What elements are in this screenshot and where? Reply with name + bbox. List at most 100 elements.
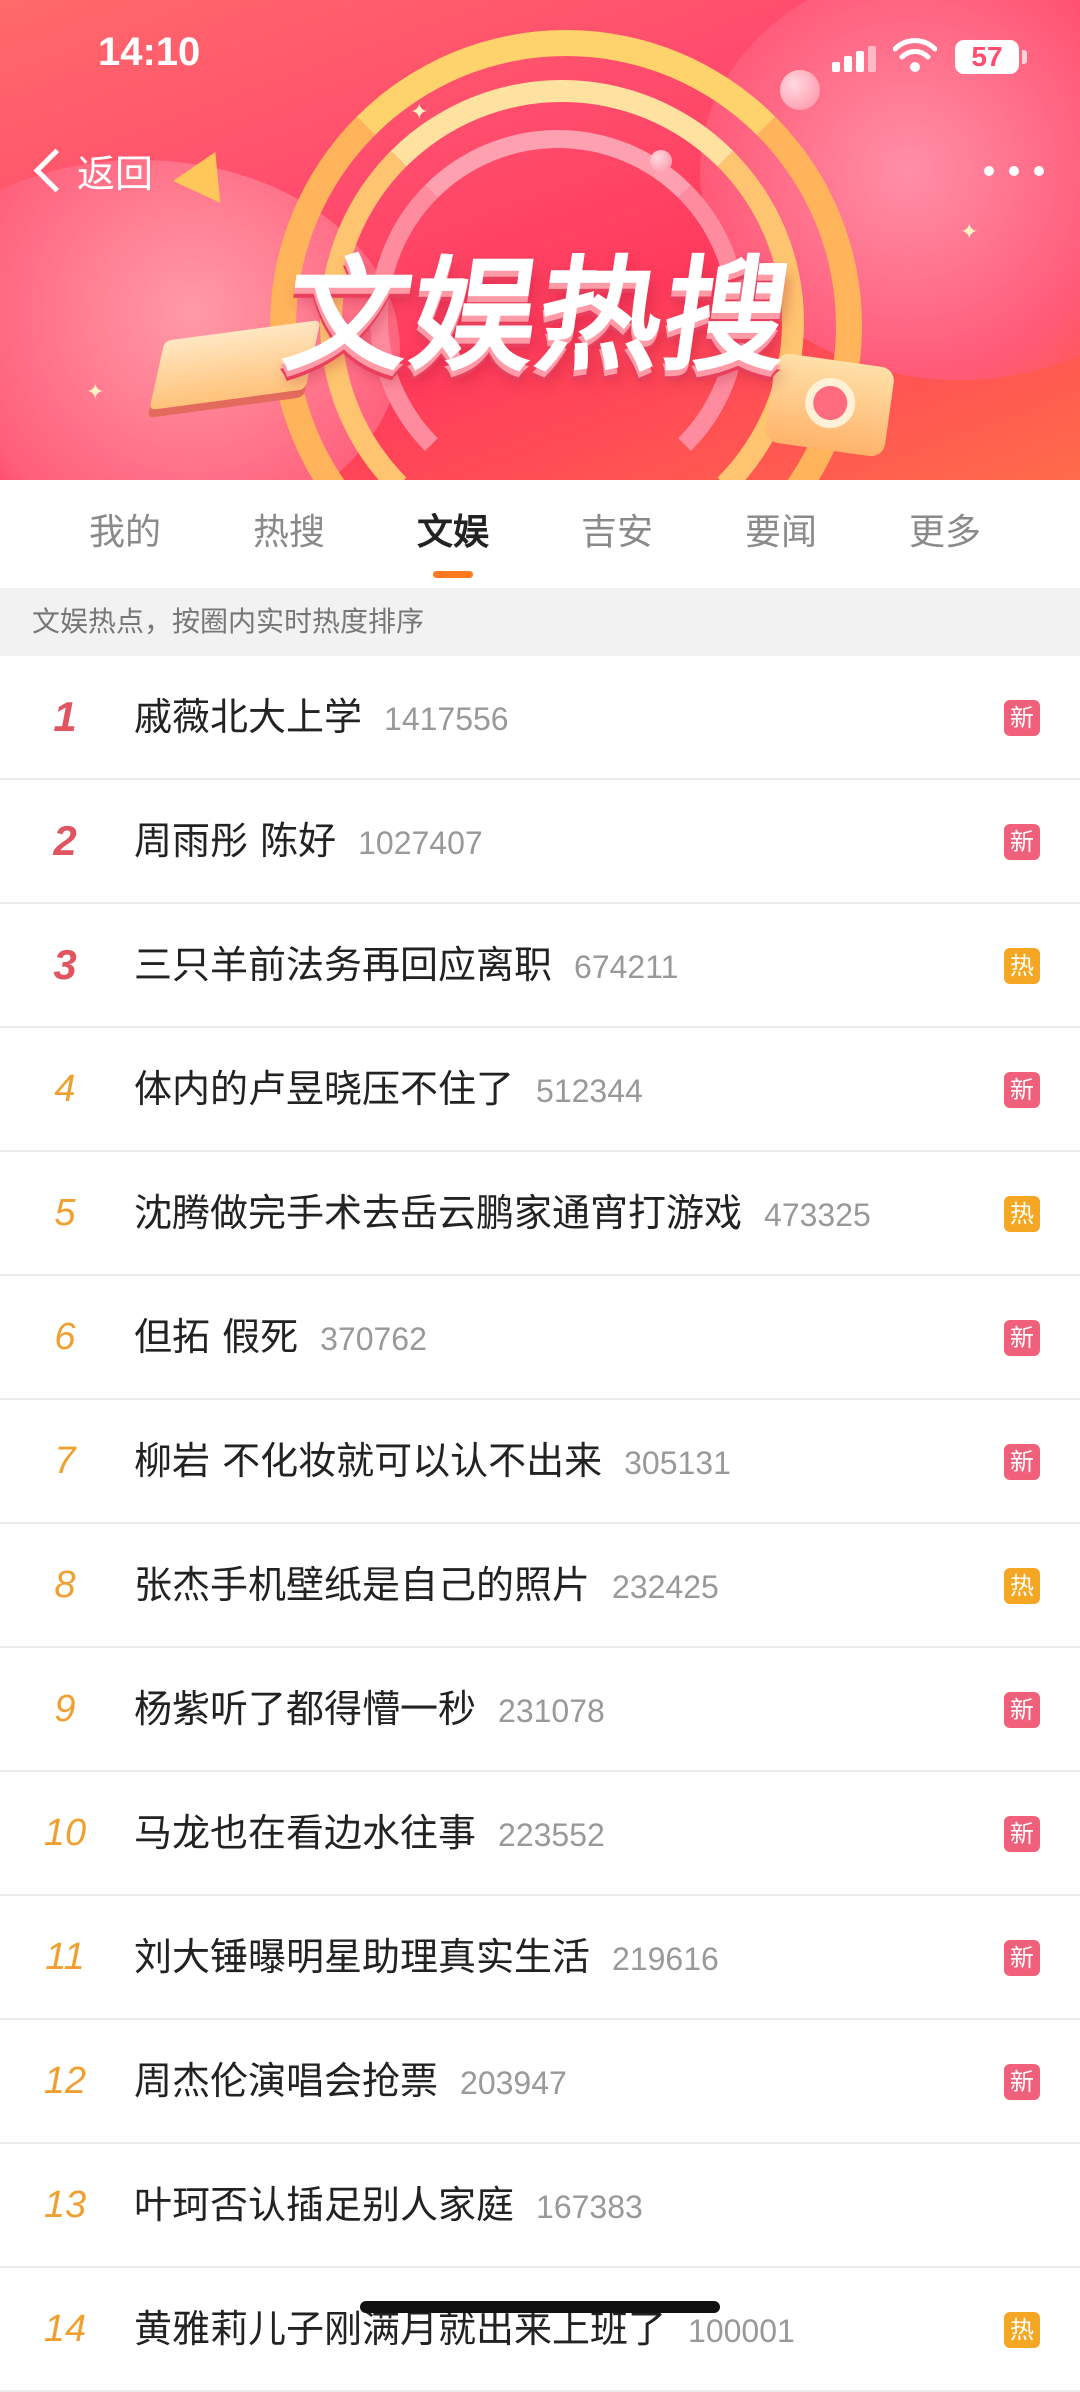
topic-title: 周雨彤 陈好 [134,819,337,863]
rank-number: 2 [53,817,77,864]
topic-title: 张杰手机壁纸是自己的照片 [134,1563,591,1607]
list-item[interactable]: 10 马龙也在看边水往事 223552 新 [0,1772,1080,1896]
home-indicator[interactable] [360,2301,720,2313]
list-item[interactable]: 13 叶珂否认插足别人家庭 167383 [0,2144,1080,2268]
new-badge: 新 [1004,1072,1040,1108]
heat-count: 674211 [574,949,679,985]
battery-nub [1022,50,1027,64]
hot-badge: 热 [1004,2312,1040,2348]
heat-count: 223552 [498,1817,605,1853]
topic-title-wrap: 张杰手机壁纸是自己的照片 232425 [134,1524,719,1648]
topic-title: 柳岩 不化妆就可以认不出来 [134,1439,603,1483]
topic-title: 马龙也在看边水往事 [134,1811,477,1855]
topic-title-wrap: 三只羊前法务再回应离职 674211 [134,904,678,1028]
heat-count: 231078 [498,1693,605,1729]
heat-count: 473325 [764,1197,871,1233]
heat-count: 100001 [688,2313,795,2349]
list-item[interactable]: 4 体内的卢昱晓压不住了 512344 新 [0,1028,1080,1152]
dot-icon [984,166,994,176]
new-badge: 新 [1004,1320,1040,1356]
heat-count: 1417556 [384,701,509,737]
topic-title-wrap: 柳岩 不化妆就可以认不出来 305131 [134,1400,731,1524]
rank-number: 13 [43,2184,87,2226]
list-item[interactable]: 5 沈腾做完手术去岳云鹏家通宵打游戏 473325 热 [0,1152,1080,1276]
heat-count: 305131 [624,1445,731,1481]
status-bar: 14:10 57 [0,0,1080,120]
heat-count: 167383 [536,2189,643,2225]
active-tab-indicator [433,571,473,578]
tab-label: 文娱 [416,512,489,553]
new-badge: 新 [1004,1940,1040,1976]
hot-search-list: 1 戚薇北大上学 1417556 新 2 周雨彤 陈好 1027407 新 3 三只羊前法务再回应… [0,656,1080,2392]
tab-label: 要闻 [744,512,817,553]
signal-icon [832,46,876,72]
planet-decoration [650,150,672,172]
tab-more[interactable]: 更多 [890,480,1000,588]
hot-badge: 热 [1004,1568,1040,1604]
topic-title: 但拓 假死 [134,1315,299,1359]
hot-badge: 热 [1004,1196,1040,1232]
new-badge: 新 [1004,1816,1040,1852]
new-badge: 新 [1004,1692,1040,1728]
heat-count: 512344 [536,1073,643,1109]
new-badge: 新 [1004,1444,1040,1480]
topic-title-wrap: 周雨彤 陈好 1027407 [134,780,483,904]
topic-title: 三只羊前法务再回应离职 [134,943,553,987]
topic-title-wrap: 但拓 假死 370762 [134,1276,427,1400]
topic-title: 周杰伦演唱会抢票 [134,2059,439,2103]
new-badge: 新 [1004,700,1040,736]
list-item[interactable]: 14 黄雅莉儿子刚满月就出来上班了 100001 热 [0,2268,1080,2392]
tab-label: 我的 [88,512,161,553]
topic-title-wrap: 周杰伦演唱会抢票 203947 [134,2020,567,2144]
rank-number: 9 [54,1688,76,1730]
tab-mine[interactable]: 我的 [70,480,180,588]
status-time: 14:10 [98,30,201,74]
list-item[interactable]: 7 柳岩 不化妆就可以认不出来 305131 新 [0,1400,1080,1524]
rank-number: 12 [43,2060,87,2102]
rank-number: 10 [43,1812,87,1854]
tab-jian[interactable]: 吉安 [562,480,672,588]
list-item[interactable]: 1 戚薇北大上学 1417556 新 [0,656,1080,780]
list-item[interactable]: 6 但拓 假死 370762 新 [0,1276,1080,1400]
rank-number: 8 [54,1564,76,1606]
wifi-icon [893,38,937,72]
topic-title-wrap: 沈腾做完手术去岳云鹏家通宵打游戏 473325 [134,1152,871,1276]
topic-title: 体内的卢昱晓压不住了 [134,1067,515,1111]
list-item[interactable]: 11 刘大锤曝明星助理真实生活 219616 新 [0,1896,1080,2020]
tab-bar: 我的 热搜 文娱 吉安 要闻 更多 [0,480,1080,588]
topic-title: 叶珂否认插足别人家庭 [134,2183,515,2227]
banner-title: 文娱热搜 [276,245,801,389]
tab-label: 吉安 [580,512,653,553]
list-description-text: 文娱热点，按圈内实时热度排序 [32,605,425,638]
list-item[interactable]: 8 张杰手机壁纸是自己的照片 232425 热 [0,1524,1080,1648]
topic-title-wrap: 刘大锤曝明星助理真实生活 219616 [134,1896,719,2020]
tab-label: 更多 [908,512,981,553]
rank-number: 11 [45,1936,85,1978]
new-badge: 新 [1004,824,1040,860]
rank-number: 14 [43,2308,87,2350]
topic-title-wrap: 戚薇北大上学 1417556 [134,656,509,780]
list-item[interactable]: 2 周雨彤 陈好 1027407 新 [0,780,1080,904]
list-item[interactable]: 9 杨紫听了都得懵一秒 231078 新 [0,1648,1080,1772]
topic-title: 沈腾做完手术去岳云鹏家通宵打游戏 [134,1191,743,1235]
rank-number: 4 [54,1068,76,1110]
list-item[interactable]: 12 周杰伦演唱会抢票 203947 新 [0,2020,1080,2144]
dot-icon [1034,166,1044,176]
tab-entertainment[interactable]: 文娱 [398,480,508,588]
tab-news[interactable]: 要闻 [726,480,836,588]
heat-count: 232425 [612,1569,719,1605]
more-options-button[interactable] [984,146,1044,196]
back-label: 返回 [77,151,154,196]
list-item[interactable]: 3 三只羊前法务再回应离职 674211 热 [0,904,1080,1028]
back-button[interactable]: 返回 [26,140,153,200]
topic-title: 杨紫听了都得懵一秒 [134,1687,477,1731]
heat-count: 219616 [612,1941,719,1977]
rank-number: 5 [54,1192,76,1234]
tab-hot-search[interactable]: 热搜 [234,480,344,588]
list-description: 文娱热点，按圈内实时热度排序 [0,588,1080,656]
heat-count: 203947 [460,2065,567,2101]
topic-title: 黄雅莉儿子刚满月就出来上班了 [134,2307,667,2351]
topic-title: 戚薇北大上学 [134,695,363,739]
topic-title-wrap: 马龙也在看边水往事 223552 [134,1772,605,1896]
heat-count: 370762 [320,1321,427,1357]
